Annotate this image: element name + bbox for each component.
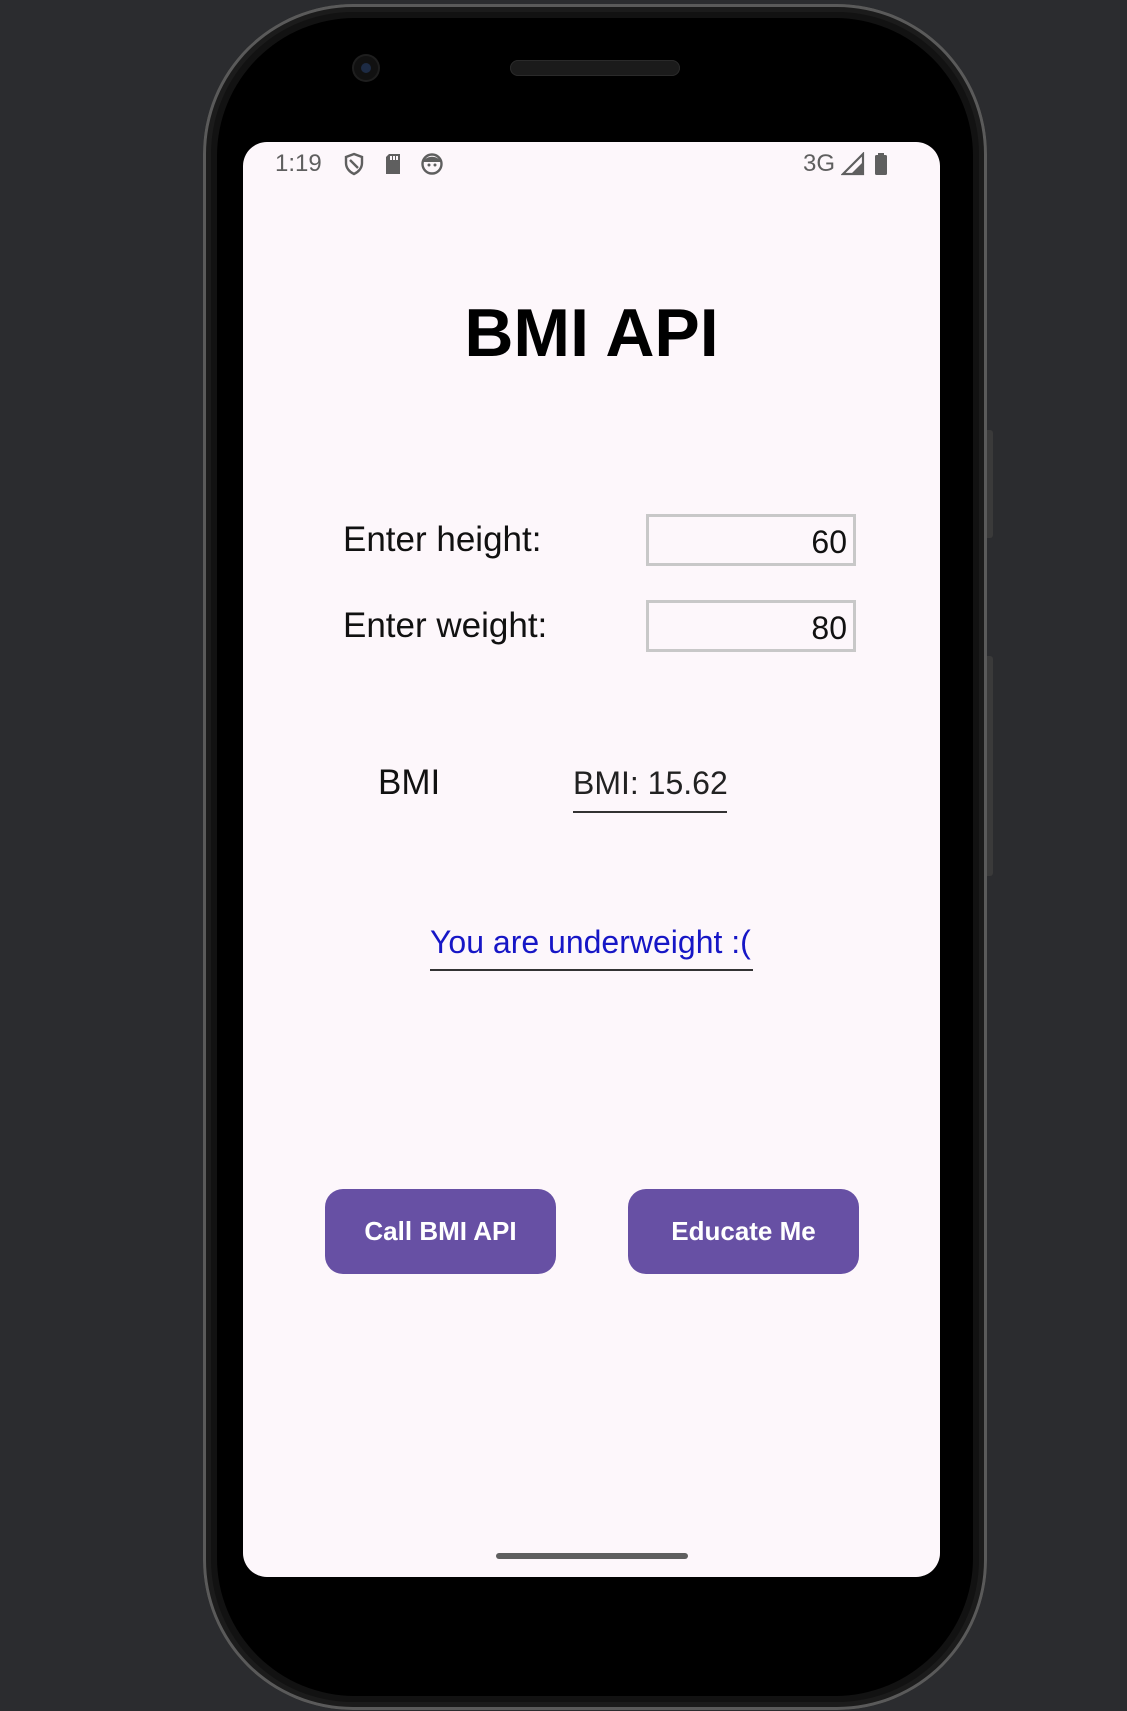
volume-button <box>987 656 993 876</box>
network-type: 3G <box>803 150 836 177</box>
bmi-label: BMI <box>378 763 441 802</box>
height-label: Enter height: <box>343 520 542 559</box>
app-screen: 1:19 3G BMI API Enter height: 60 Enter w… <box>243 142 940 1577</box>
earpiece-speaker <box>510 60 680 76</box>
weight-input[interactable]: 80 <box>646 600 856 652</box>
signal-icon <box>841 152 865 176</box>
page-title: BMI API <box>464 295 719 371</box>
call-bmi-api-button[interactable]: Call BMI API <box>325 1189 556 1274</box>
shield-icon <box>344 152 364 176</box>
weight-label: Enter weight: <box>343 606 548 645</box>
home-indicator[interactable] <box>496 1553 688 1559</box>
power-button <box>987 430 993 538</box>
face-icon <box>421 153 443 175</box>
result-message: You are underweight :( <box>430 924 753 971</box>
weight-value: 80 <box>811 610 847 646</box>
status-time: 1:19 <box>275 150 322 177</box>
battery-icon <box>875 153 887 175</box>
height-input[interactable]: 60 <box>646 514 856 566</box>
sd-card-icon <box>386 154 400 174</box>
status-bar: 1:19 3G <box>243 142 940 186</box>
educate-me-button[interactable]: Educate Me <box>628 1189 859 1274</box>
height-value: 60 <box>811 524 847 560</box>
front-camera <box>354 56 378 80</box>
bmi-result: BMI: 15.62 <box>573 765 728 813</box>
